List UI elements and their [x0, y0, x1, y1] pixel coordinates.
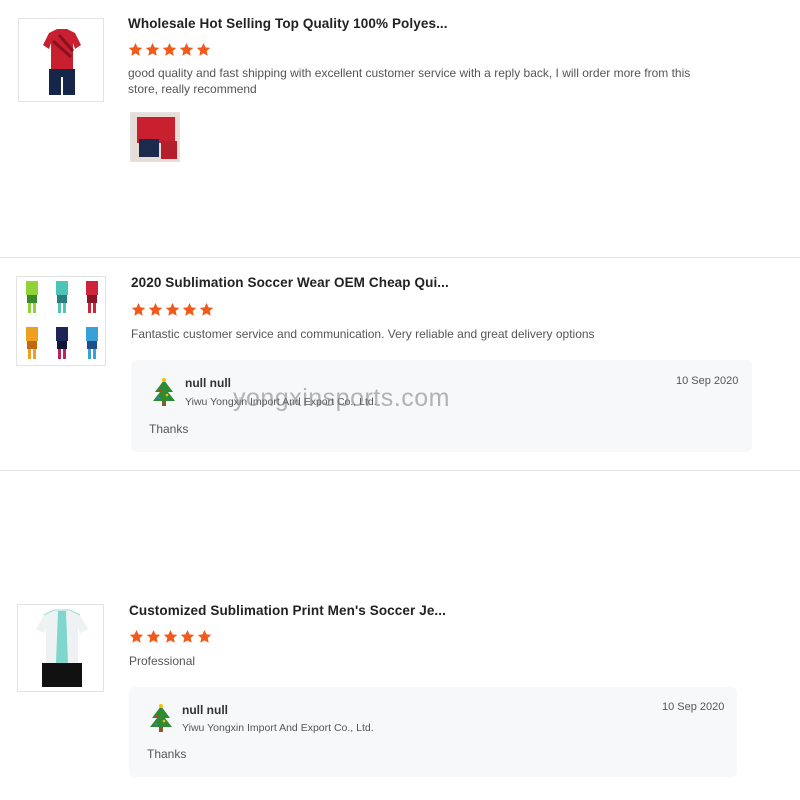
watermark: yongxinsports.com: [233, 384, 450, 412]
product-thumbnail[interactable]: [16, 276, 106, 366]
seller-reply: null null Yiwu Yongxin Import And Export…: [129, 687, 737, 777]
review-photo[interactable]: [130, 112, 180, 162]
star-icon: [131, 302, 146, 316]
star-icon: [182, 302, 197, 316]
review-comment: Fantastic customer service and communica…: [131, 327, 595, 341]
star-icon: [165, 302, 180, 316]
product-thumbnail[interactable]: [18, 18, 104, 102]
review-comment: good quality and fast shipping with exce…: [128, 66, 691, 96]
star-icon: [163, 629, 178, 643]
star-rating: [128, 42, 211, 57]
star-icon: [199, 302, 214, 316]
review-product-title[interactable]: 2020 Sublimation Soccer Wear OEM Cheap Q…: [131, 275, 449, 290]
star-icon: [148, 302, 163, 316]
reply-company: Yiwu Yongxin Import And Export Co., Ltd.: [182, 722, 374, 734]
star-rating: [129, 629, 212, 644]
christmas-tree-avatar-icon: [150, 704, 172, 732]
product-thumbnail[interactable]: [17, 604, 104, 692]
divider: [0, 470, 800, 471]
review-product-title[interactable]: Customized Sublimation Print Men's Socce…: [129, 603, 446, 618]
divider: [0, 257, 800, 258]
reply-date: 10 Sep 2020: [662, 701, 725, 713]
reply-text: Thanks: [147, 747, 187, 761]
star-icon: [128, 42, 143, 56]
reply-author-name: null null: [185, 376, 231, 390]
star-icon: [145, 42, 160, 56]
reply-date: 10 Sep 2020: [676, 375, 739, 387]
star-icon: [146, 629, 161, 643]
star-icon: [196, 42, 211, 56]
christmas-tree-avatar-icon: [153, 378, 175, 406]
star-icon: [179, 42, 194, 56]
star-icon: [162, 42, 177, 56]
star-icon: [197, 629, 212, 643]
star-rating: [131, 302, 214, 317]
review-comment: Professional: [129, 654, 196, 668]
review-product-title[interactable]: Wholesale Hot Selling Top Quality 100% P…: [128, 16, 448, 31]
star-icon: [129, 629, 144, 643]
reply-author-name: null null: [182, 703, 228, 717]
star-icon: [180, 629, 195, 643]
reply-text: Thanks: [149, 422, 189, 436]
